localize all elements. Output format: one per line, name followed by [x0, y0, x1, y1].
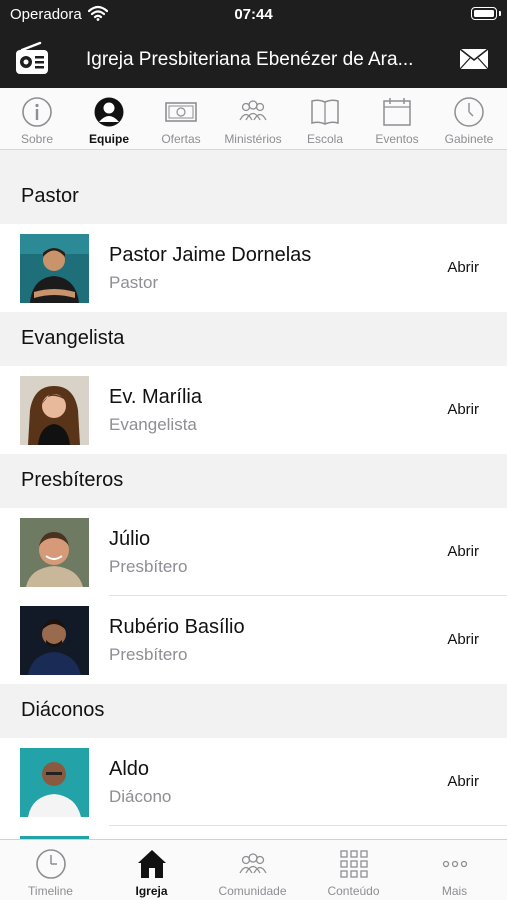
tab-label: Gabinete	[444, 132, 494, 146]
member-role: Presbítero	[109, 645, 188, 664]
section-header: Presbíteros	[0, 454, 507, 508]
tab-label: Equipe	[88, 132, 129, 146]
bottom-tab-bar: Timeline Igreja Comunidade Conteúdo Mais	[0, 839, 507, 900]
open-button[interactable]: Abrir	[447, 631, 479, 648]
tab-timeline[interactable]: Timeline	[0, 840, 101, 900]
member-name: Ev. Marília	[109, 386, 202, 408]
tab-mais[interactable]: Mais	[404, 840, 505, 900]
list-item[interactable]: Júlio Presbítero Abrir	[0, 508, 507, 596]
section-title: Presbíteros	[21, 469, 124, 491]
member-role: Presbítero	[109, 557, 188, 576]
list-item[interactable]: Ev. Marília Evangelista Abrir	[0, 366, 507, 454]
book-icon	[311, 99, 339, 125]
member-name: Pastor Jaime Dornelas	[109, 244, 312, 266]
calendar-icon	[383, 98, 411, 126]
section-header: Pastor	[0, 150, 507, 224]
community-icon	[239, 853, 267, 874]
list-item[interactable]: Aldo Diácono Abrir	[0, 738, 507, 826]
clock-icon	[454, 97, 484, 127]
section-title: Pastor	[21, 185, 79, 207]
tab-gabinete[interactable]: Gabinete	[433, 88, 505, 150]
tab-label: Comunidade	[218, 884, 287, 898]
battery-tip	[499, 11, 501, 16]
section-title: Diáconos	[21, 699, 105, 721]
tab-label: Mais	[441, 884, 468, 898]
tab-escola[interactable]: Escola	[289, 88, 361, 150]
top-tab-bar: Sobre Equipe Ofertas Ministérios Escola …	[0, 88, 507, 150]
open-button[interactable]: Abrir	[447, 543, 479, 560]
tab-label: Ofertas	[161, 132, 201, 146]
tab-label: Conteúdo	[327, 884, 380, 898]
clock-time: 07:44	[234, 6, 273, 23]
team-list[interactable]: Pastor Pastor Jaime Dornelas Pastor Abri…	[0, 150, 507, 839]
open-button[interactable]: Abrir	[447, 259, 479, 276]
avatar	[20, 376, 89, 445]
status-bar: Operadora 07:44	[0, 0, 507, 30]
section-header: Evangelista	[0, 312, 507, 366]
tab-conteudo[interactable]: Conteúdo	[303, 840, 404, 900]
church-icon	[138, 850, 166, 878]
more-icon	[442, 860, 468, 868]
list-item[interactable]: Rubério Basílio Presbítero Abrir	[0, 596, 507, 684]
list-item[interactable]: Pastor Jaime Dornelas Pastor Abrir	[0, 224, 507, 312]
tab-label: Timeline	[28, 884, 73, 898]
tab-eventos[interactable]: Eventos	[361, 88, 433, 150]
section-header: Diáconos	[0, 684, 507, 738]
radio-icon[interactable]	[14, 41, 50, 77]
tab-label: Ministérios	[224, 132, 282, 146]
tab-ofertas[interactable]: Ofertas	[145, 88, 217, 150]
tab-label: Escola	[306, 132, 344, 146]
person-icon	[94, 97, 124, 127]
section-title: Evangelista	[21, 327, 125, 349]
mail-icon[interactable]	[459, 48, 489, 70]
open-button[interactable]: Abrir	[447, 401, 479, 418]
tab-ministerios[interactable]: Ministérios	[217, 88, 289, 150]
avatar	[20, 518, 89, 587]
page-title: Igreja Presbiteriana Ebenézer de Ara...	[86, 49, 414, 70]
grid-icon	[340, 850, 368, 878]
group-icon	[239, 100, 267, 121]
info-icon	[22, 97, 52, 127]
member-name: Júlio	[109, 528, 151, 550]
nav-bar: Igreja Presbiteriana Ebenézer de Ara...	[0, 30, 507, 88]
member-role: Pastor	[109, 273, 159, 292]
member-name: Aldo	[109, 758, 150, 780]
tab-label: Igreja	[135, 884, 168, 898]
member-name: Rubério Basílio	[109, 616, 245, 638]
list-item[interactable]	[0, 826, 507, 839]
avatar	[20, 748, 89, 817]
tab-label: Sobre	[20, 132, 54, 146]
tab-sobre[interactable]: Sobre	[1, 88, 73, 150]
money-icon	[165, 102, 197, 122]
avatar	[20, 234, 89, 303]
clock-icon	[36, 849, 66, 879]
battery-icon	[471, 7, 497, 20]
open-button[interactable]: Abrir	[447, 773, 479, 790]
member-role: Evangelista	[109, 415, 197, 434]
tab-equipe[interactable]: Equipe	[73, 88, 145, 150]
avatar	[20, 606, 89, 675]
tab-igreja[interactable]: Igreja	[101, 840, 202, 900]
tab-comunidade[interactable]: Comunidade	[202, 840, 303, 900]
member-role: Diácono	[109, 787, 172, 806]
tab-label: Eventos	[375, 132, 419, 146]
